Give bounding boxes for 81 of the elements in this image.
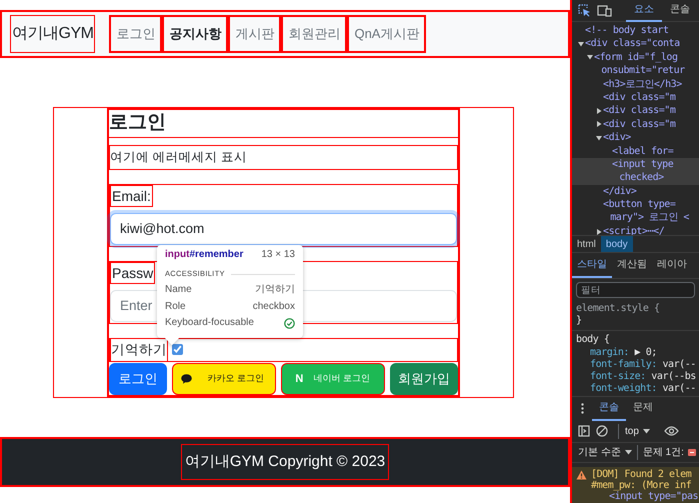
nav-link[interactable]: 공지사항 <box>162 15 228 53</box>
nav-link[interactable]: QnA게시판 <box>347 15 426 53</box>
warning-icon <box>576 470 587 480</box>
code-line: mary"> 로그인 < <box>610 211 689 225</box>
css-selector: body { <box>575 334 610 347</box>
property-name: Role <box>165 300 186 313</box>
css-value: var(-- <box>662 358 696 370</box>
code-line: <form id="f_log <box>594 50 678 64</box>
panel-tab[interactable]: 요소 <box>626 0 662 22</box>
expanded-arrow-icon[interactable] <box>587 54 593 60</box>
panel-tab[interactable]: 문제 <box>626 396 660 422</box>
collapsed-arrow-icon[interactable] <box>596 121 602 128</box>
context-dropdown[interactable]: top <box>618 424 650 439</box>
checkbox-label: 기억하기 <box>110 338 168 362</box>
css-property: font-weight: <box>590 383 657 394</box>
code-line: <label for= <box>612 144 674 158</box>
inspect-icon[interactable] <box>578 4 591 17</box>
error-message: 여기에 에러메세지 표시 <box>109 145 458 170</box>
login-button[interactable]: 로그인 <box>109 362 167 395</box>
css-value: ▶ 0; <box>634 346 657 358</box>
breadcrumb[interactable]: html <box>572 236 601 252</box>
code-line: </div> <box>603 184 636 198</box>
eye-icon[interactable] <box>664 426 679 436</box>
filter-field[interactable]: 필터 <box>576 282 695 298</box>
css-selector: element.style { <box>575 303 661 315</box>
more-icon[interactable] <box>581 403 584 414</box>
remember-checkbox[interactable] <box>172 344 183 356</box>
code-line: <div class="m <box>603 90 676 104</box>
nav-link[interactable]: 회원관리 <box>281 15 348 53</box>
error-icon <box>688 449 696 456</box>
css-property: margin: <box>590 346 629 358</box>
collapsed-arrow-icon[interactable] <box>596 108 602 114</box>
nav-link[interactable]: 로그인 <box>109 15 162 53</box>
nav-link[interactable]: 게시판 <box>228 15 282 53</box>
panel-tab[interactable]: 계산됨 <box>612 253 652 278</box>
log-level-dropdown[interactable]: 기본 수준 <box>578 445 632 460</box>
code-line: onsubmit="retur <box>601 64 685 78</box>
expanded-arrow-icon[interactable] <box>578 41 584 48</box>
log-text: #mem_pw: (More inf <box>591 480 692 492</box>
code-line: <div class="m <box>603 118 676 132</box>
caret-icon <box>624 450 632 456</box>
css-property: font-size: <box>590 370 646 382</box>
email-field[interactable]: kiwi@hot.com <box>110 212 457 245</box>
log-text: [DOM] Found 2 elem <box>591 469 692 480</box>
device-toolbar-icon[interactable] <box>597 4 612 16</box>
field-label: Email: <box>110 184 153 207</box>
clear-icon[interactable] <box>596 425 608 438</box>
property-value: checkbox <box>252 300 295 313</box>
sidebar-icon[interactable] <box>578 425 590 438</box>
css-value: var(-- <box>662 383 696 394</box>
panel-tab[interactable]: 콘솔 <box>592 396 626 422</box>
expanded-arrow-icon[interactable] <box>596 134 602 141</box>
panel-tab[interactable]: 콘솔 <box>662 0 698 22</box>
code-line: <script>⋯</ <box>603 224 664 238</box>
code-line: <button type= <box>603 198 676 212</box>
breadcrumb[interactable]: body <box>600 236 633 252</box>
element-size: 13 × 13 <box>261 249 295 261</box>
issues-counter[interactable]: 문제 1건: <box>636 445 696 460</box>
form-title: 로그인 <box>109 110 458 138</box>
collapsed-arrow-icon[interactable] <box>596 228 602 235</box>
copyright-text: 여기내GYM Copyright © 2023 <box>180 444 390 480</box>
panel-tab[interactable]: 레이아 <box>652 253 692 278</box>
code-line: <div> <box>603 131 631 145</box>
code-line: <div class="conta <box>585 37 680 51</box>
panel-tab[interactable]: 스타일 <box>572 253 612 278</box>
signup-button[interactable]: 회원가입 <box>390 362 458 395</box>
log-text: <input type="pas <box>608 491 698 502</box>
css-value: var(--bs <box>651 370 696 382</box>
code-line: <!-- body start <box>585 24 669 38</box>
css-brace: } <box>575 315 583 328</box>
element-selector: input#remember <box>165 249 244 261</box>
code-line: <h3>로그인</h3> <box>603 78 682 91</box>
kakao-login-button[interactable]: 카카오 로그인 <box>172 362 276 395</box>
speech-bubble-icon <box>180 374 192 384</box>
css-property: font-family: <box>590 358 657 370</box>
code-line: <div class="m <box>603 104 676 118</box>
brand-logo[interactable]: 여기내GYM <box>10 15 96 53</box>
field-label: Passw <box>110 262 156 284</box>
code-line: checked> <box>619 171 664 185</box>
caret-icon <box>642 428 650 434</box>
code-line: <input type <box>612 158 674 172</box>
